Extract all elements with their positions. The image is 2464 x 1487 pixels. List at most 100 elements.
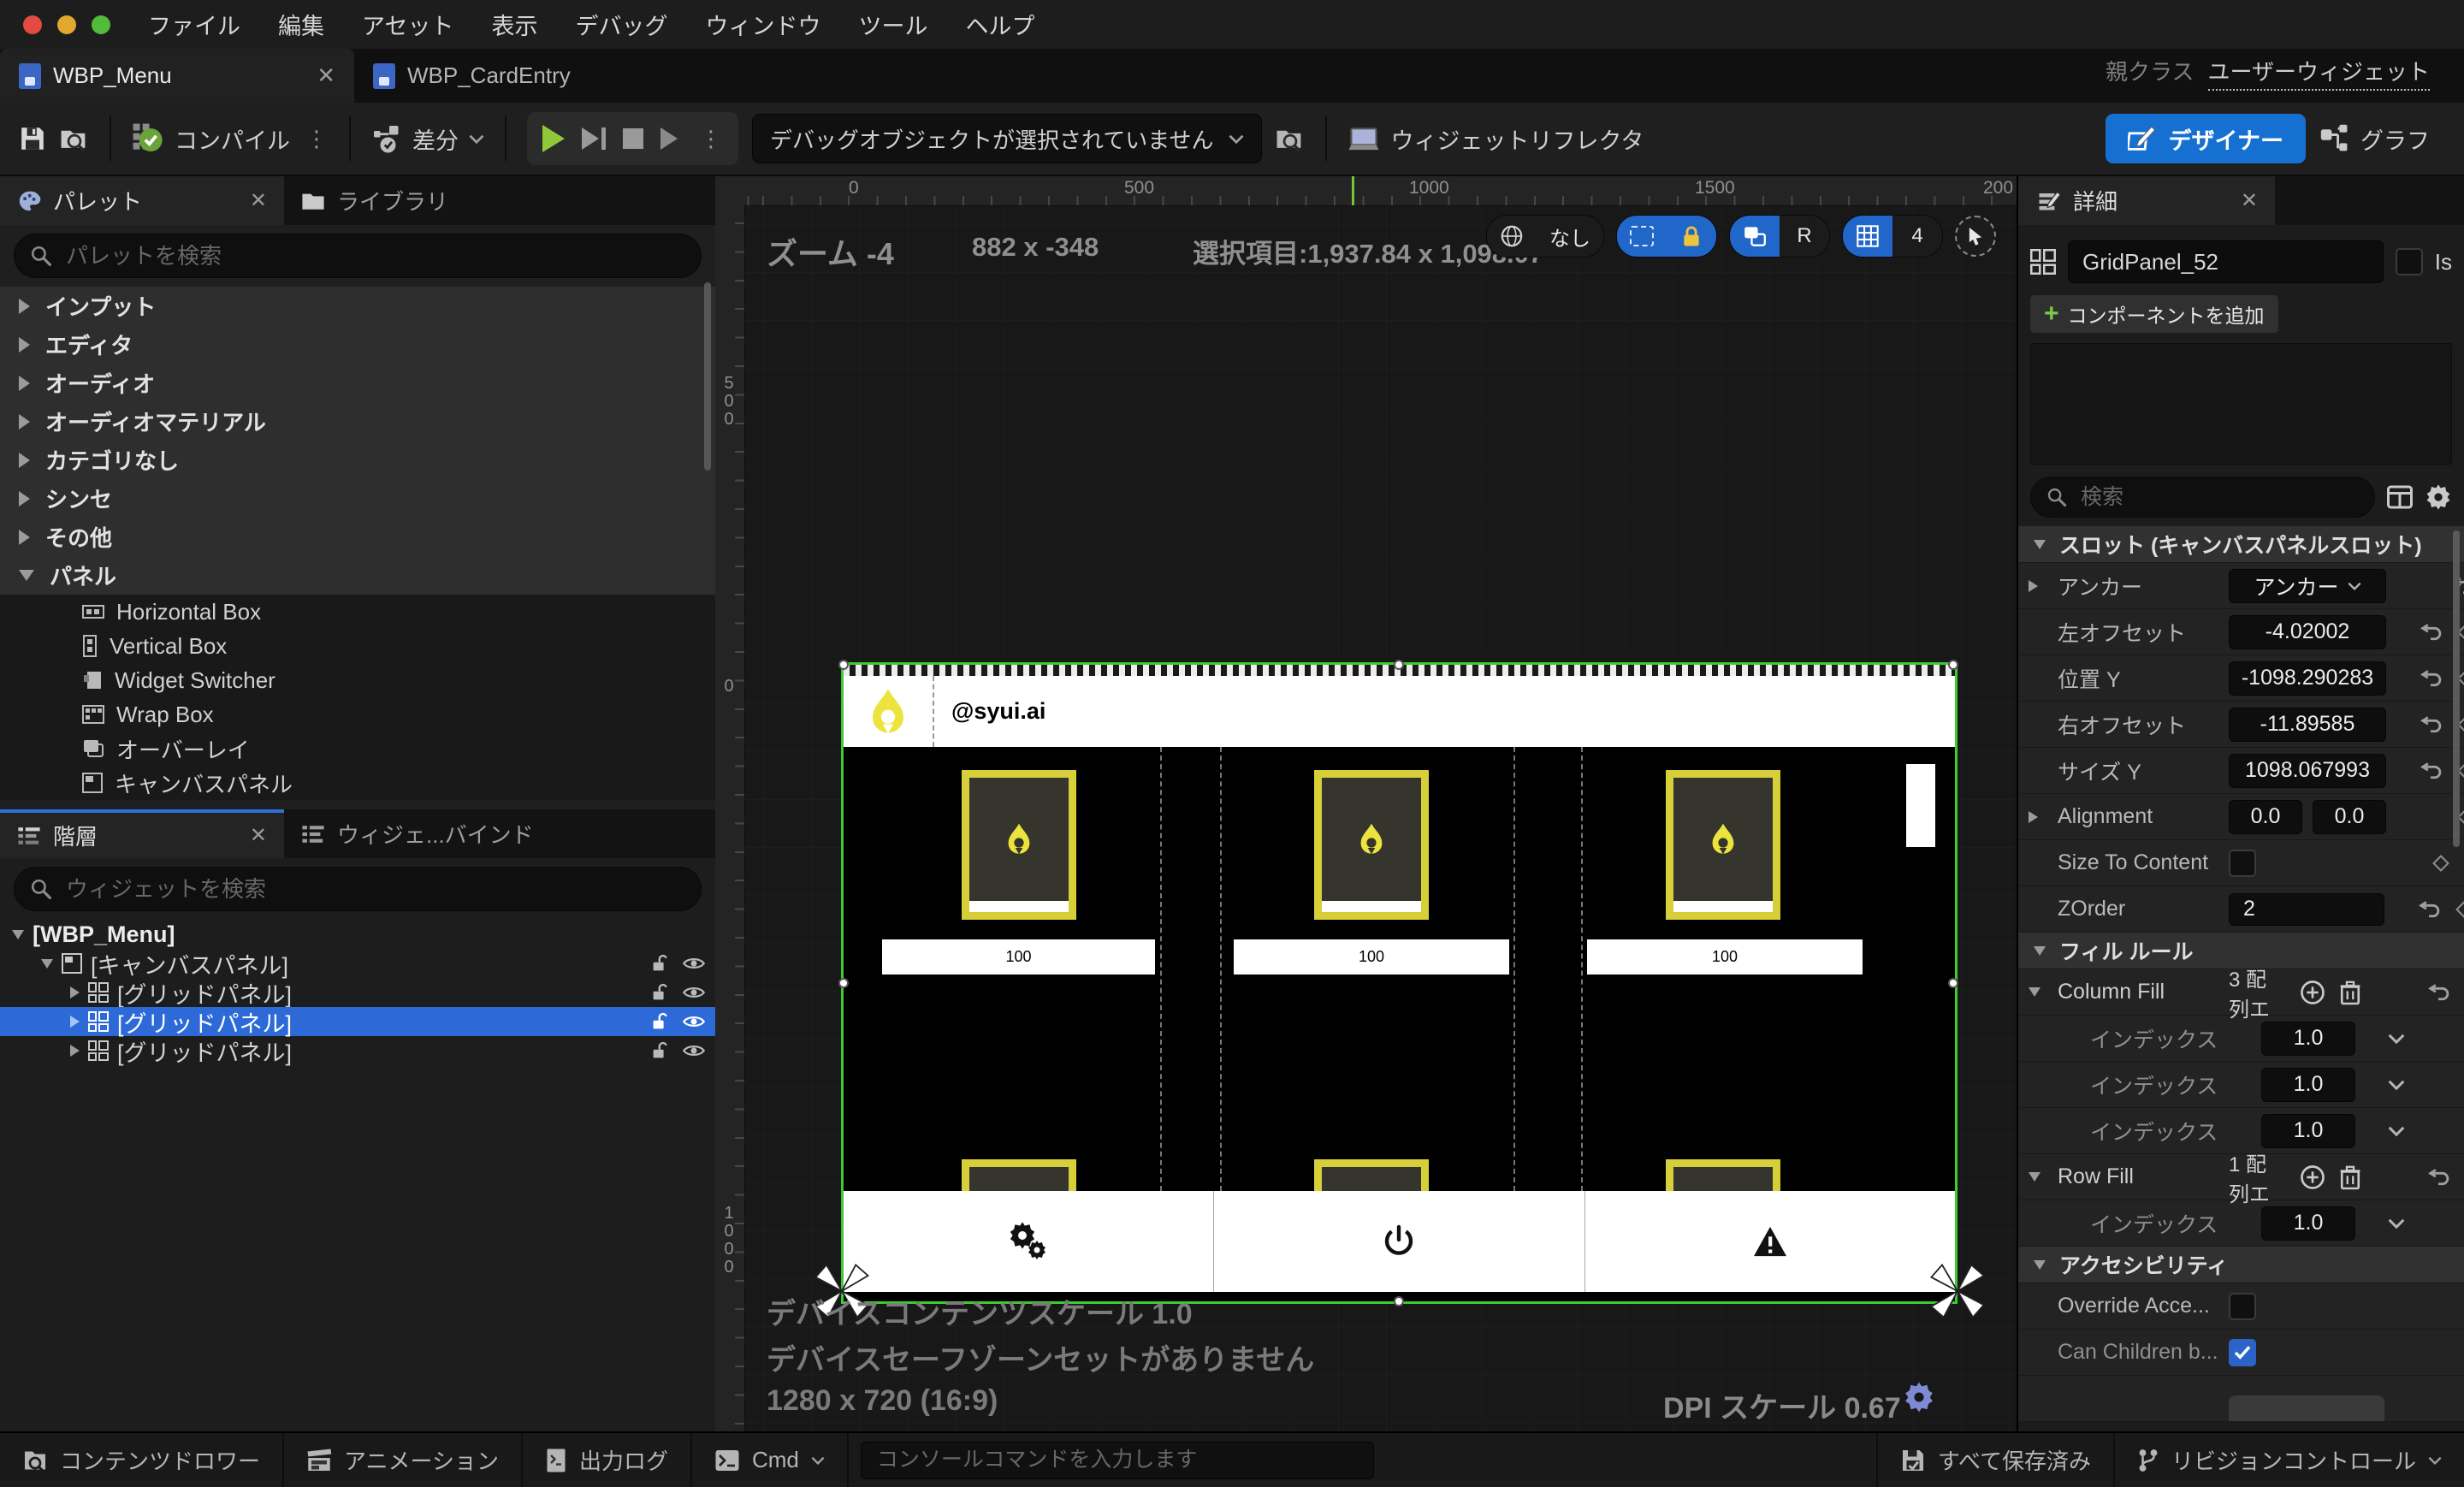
diff-button[interactable]: 差分 — [371, 122, 484, 156]
palette-item-vertical-box[interactable]: Vertical Box — [0, 629, 715, 663]
tab-wbp-cardentry[interactable]: WBP_CardEntry — [354, 49, 589, 103]
hierarchy-search[interactable] — [14, 867, 702, 911]
palette-search-input[interactable] — [64, 242, 685, 270]
anchor-dropdown[interactable]: アンカー — [2229, 569, 2386, 603]
tab-hierarchy[interactable]: 階層 ✕ — [0, 809, 284, 858]
compile-button[interactable]: コンパイル ⋮ — [132, 122, 329, 156]
save-status-button[interactable]: すべて保存済み — [1876, 1433, 2113, 1487]
output-log-button[interactable]: 出力ログ — [523, 1433, 692, 1487]
section-slot[interactable]: スロット (キャンバスパネルスロット) — [2018, 526, 2464, 563]
close-tab-icon[interactable]: ✕ — [317, 62, 335, 89]
tab-wbp-menu[interactable]: WBP_Menu ✕ — [0, 49, 354, 103]
details-search[interactable] — [2030, 477, 2375, 518]
tree-row-wbp-menu[interactable]: [WBP_Menu] — [0, 920, 715, 949]
cmd-dropdown[interactable]: Cmd — [692, 1433, 849, 1487]
designer-mode-button[interactable]: デザイナー — [2106, 114, 2306, 163]
tree-row-grid-panel-1[interactable]: [グリッドパネル] — [0, 978, 715, 1007]
browse-asset-icon[interactable] — [60, 125, 89, 152]
close-window-button[interactable] — [23, 15, 42, 34]
unlock-icon[interactable] — [650, 982, 671, 1003]
warning-icon[interactable] — [1585, 1191, 1955, 1292]
resize-handle[interactable] — [1948, 978, 1958, 988]
palette-category-other[interactable]: その他 — [0, 518, 715, 556]
preview-widget-canvas[interactable]: @syui.ai 100 100 100 — [844, 665, 1955, 1301]
menu-help[interactable]: ヘルプ — [965, 8, 1034, 41]
can-children-checkbox[interactable] — [2229, 1339, 2256, 1366]
expander-icon[interactable] — [2029, 811, 2038, 823]
lock-icon[interactable] — [1667, 216, 1716, 257]
animation-button[interactable]: アニメーション — [284, 1433, 523, 1487]
menu-file[interactable]: ファイル — [148, 8, 240, 41]
add-component-button[interactable]: + コンポーネントを追加 — [2030, 295, 2278, 333]
index-value-input[interactable]: 1.0 — [2261, 1068, 2355, 1102]
palette-category-audio[interactable]: オーディオ — [0, 364, 715, 402]
card-1[interactable] — [962, 770, 1076, 920]
index-value-input[interactable]: 1.0 — [2261, 1022, 2355, 1056]
unlock-icon[interactable] — [650, 1011, 671, 1032]
resize-handle[interactable] — [1948, 660, 1958, 670]
display-filter-icon[interactable] — [2387, 485, 2413, 509]
respect-locks-button[interactable]: R — [1780, 216, 1829, 257]
card-3[interactable] — [1666, 770, 1780, 920]
tree-row-canvas-panel[interactable]: [キャンバスパネル] — [0, 949, 715, 978]
size-y-input[interactable]: 1098.067993 — [2229, 754, 2386, 788]
palette-item-wrap-box[interactable]: Wrap Box — [0, 697, 715, 732]
parent-class-link[interactable]: ユーザーウィジェット — [2208, 55, 2430, 91]
menu-debug[interactable]: デバッグ — [575, 8, 667, 41]
palette-item-overlay[interactable]: オーバーレイ — [0, 732, 715, 766]
card-2[interactable] — [1314, 770, 1429, 920]
reset-to-default-icon[interactable] — [2426, 984, 2450, 1001]
resize-handle[interactable] — [1394, 660, 1404, 670]
is-variable-checkbox[interactable] — [2396, 248, 2423, 275]
palette-category-input[interactable]: インプット — [0, 287, 715, 325]
bind-diamond-icon[interactable] — [2455, 900, 2464, 919]
zorder-input[interactable]: 2 — [2229, 893, 2384, 926]
palette-category-panel[interactable]: パネル — [0, 556, 715, 595]
step-forward-icon[interactable] — [582, 127, 606, 150]
tab-library[interactable]: ライブラリ — [284, 176, 465, 225]
position-y-input[interactable]: -1098.290283 — [2229, 661, 2386, 696]
expander-icon[interactable] — [2029, 987, 2040, 997]
chevron-down-icon[interactable] — [2388, 1080, 2405, 1090]
resize-handle[interactable] — [1394, 1296, 1404, 1306]
delete-elements-icon[interactable] — [2339, 1164, 2361, 1190]
minimize-window-button[interactable] — [57, 15, 76, 34]
close-icon[interactable]: ✕ — [2241, 188, 2258, 213]
tab-widget-bind[interactable]: ウィジェ...バインド — [284, 809, 551, 858]
reset-to-default-icon[interactable] — [2419, 624, 2443, 641]
console-command-input[interactable] — [875, 1447, 1359, 1473]
tab-palette[interactable]: パレット ✕ — [0, 176, 284, 225]
widget-name-input[interactable] — [2081, 248, 2371, 276]
resize-pinwheel-handle[interactable] — [1927, 1260, 1988, 1322]
palette-search[interactable] — [14, 234, 702, 278]
palette-category-uncategorized[interactable]: カテゴリなし — [0, 441, 715, 479]
close-icon[interactable]: ✕ — [250, 188, 267, 213]
unlock-icon[interactable] — [650, 953, 671, 974]
power-icon[interactable] — [1214, 1191, 1584, 1292]
grid-snap-icon[interactable] — [1843, 216, 1892, 257]
expander-icon[interactable] — [2029, 580, 2038, 592]
override-accessible-checkbox[interactable] — [2229, 1293, 2256, 1320]
visibility-eye-icon[interactable] — [683, 1011, 705, 1032]
visibility-eye-icon[interactable] — [683, 1040, 705, 1061]
tree-row-grid-panel-3[interactable]: [グリッドパネル] — [0, 1036, 715, 1065]
widget-reflector-button[interactable]: ウィジェットリフレクタ — [1348, 122, 1644, 156]
right-offset-input[interactable]: -11.89585 — [2229, 708, 2386, 742]
chevron-down-icon[interactable] — [2388, 1034, 2405, 1044]
zoom-window-button[interactable] — [92, 15, 110, 34]
palette-scrollbar[interactable] — [704, 282, 711, 471]
palette-category-editor[interactable]: エディタ — [0, 325, 715, 364]
dpi-settings-gear-icon[interactable] — [1903, 1381, 1935, 1413]
play-icon[interactable] — [542, 125, 565, 152]
palette-item-horizontal-box[interactable]: Horizontal Box — [0, 595, 715, 629]
palette-category-audio-material[interactable]: オーディオマテリアル — [0, 402, 715, 441]
hierarchy-search-input[interactable] — [64, 875, 685, 903]
revision-control-button[interactable]: リビジョンコントロール — [2113, 1433, 2464, 1487]
compile-options-icon[interactable]: ⋮ — [305, 126, 329, 152]
dashed-outline-icon[interactable] — [1617, 216, 1667, 257]
localization-none-button[interactable]: なし — [1537, 216, 1603, 257]
skip-to-end-icon[interactable] — [660, 127, 678, 150]
resize-handle[interactable] — [838, 660, 849, 670]
section-accessibility[interactable]: アクセシビリティ — [2018, 1247, 2464, 1283]
unlock-icon[interactable] — [650, 1040, 671, 1061]
